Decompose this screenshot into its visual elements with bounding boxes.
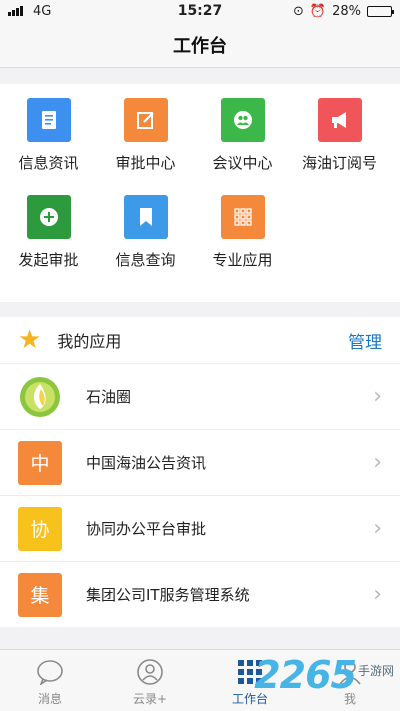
grid-item-info-news[interactable]: 信息资讯 (0, 94, 97, 191)
grid-dots-icon (220, 195, 265, 239)
network-type: 4G (33, 3, 52, 19)
manage-button[interactable]: 管理 (348, 328, 382, 353)
grid-label: 信息查询 (115, 251, 176, 269)
app-name: 集团公司IT服务管理系统 (86, 586, 250, 604)
tab-workbench[interactable]: 工作台 (200, 650, 300, 711)
page-title: 工作台 (173, 35, 227, 57)
user-icon (337, 657, 363, 687)
grid-label: 审批中心 (115, 154, 176, 172)
my-apps-section: ★ 我的应用 管理 石油圈 › 中 中国海油公告资讯 › 协 协同办公平台审批 … (0, 317, 400, 627)
grid-label: 信息资讯 (18, 154, 79, 172)
grid-item-approval-center[interactable]: 审批中心 (97, 94, 194, 191)
people-icon (220, 98, 265, 142)
tab-label: 消息 (37, 692, 62, 706)
contacts-icon (136, 657, 164, 687)
app-name: 协同办公平台审批 (86, 520, 207, 538)
app-row-collab-office-approval[interactable]: 协 协同办公平台审批 › (0, 495, 400, 561)
char-icon: 中 (18, 440, 62, 485)
signal-icon (8, 6, 23, 16)
app-row-shiyouquan[interactable]: 石油圈 › (0, 363, 400, 429)
chevron-right-icon: › (373, 582, 382, 607)
my-apps-title: 我的应用 (57, 332, 122, 351)
grid-label: 专业应用 (212, 251, 273, 269)
app-row-cnooc-announcements[interactable]: 中 中国海油公告资讯 › (0, 429, 400, 495)
rotation-lock-icon: ⊙ (293, 3, 304, 19)
tab-me[interactable]: 我 (300, 650, 400, 711)
shiyouquan-logo (18, 375, 62, 419)
grid-item-start-approval[interactable]: 发起审批 (0, 191, 97, 288)
tab-label: 云录+ (132, 692, 168, 706)
app-row-it-service-management[interactable]: 集 集团公司IT服务管理系统 › (0, 561, 400, 627)
my-apps-header: ★ 我的应用 管理 (0, 317, 400, 363)
status-bar: 4G 15:27 ⊙ ⏰ 28% (0, 0, 400, 22)
megaphone-icon (317, 98, 362, 142)
tab-label: 我 (343, 692, 356, 706)
chevron-right-icon: › (373, 384, 382, 409)
function-grid: 信息资讯 审批中心 会议中心 海油订阅号 发起审批 信息查询 专业应用 (0, 84, 400, 302)
bookmark-icon (123, 195, 168, 239)
grid-item-info-query[interactable]: 信息查询 (97, 191, 194, 288)
workbench-grid-icon (237, 657, 263, 687)
char-icon: 协 (18, 506, 62, 551)
grid-item-professional-apps[interactable]: 专业应用 (194, 191, 291, 288)
app-name: 中国海油公告资讯 (86, 454, 207, 472)
char-icon: 集 (18, 572, 62, 617)
document-icon (26, 98, 71, 142)
tab-label: 工作台 (231, 692, 268, 706)
plus-circle-icon (26, 195, 71, 239)
star-icon: ★ (18, 325, 42, 355)
tab-bar: 消息 云录+ 工作台 我 (0, 649, 400, 711)
grid-item-subscription[interactable]: 海油订阅号 (291, 94, 388, 191)
grid-label: 海油订阅号 (301, 154, 377, 172)
tab-messages[interactable]: 消息 (0, 650, 100, 711)
grid-label: 发起审批 (18, 251, 79, 269)
grid-item-meeting-center[interactable]: 会议中心 (194, 94, 291, 191)
battery-icon (367, 5, 394, 17)
tab-contacts[interactable]: 云录+ (100, 650, 200, 711)
alarm-icon: ⏰ (309, 3, 327, 19)
app-name: 石油圈 (86, 388, 132, 406)
battery-percent: 28% (332, 3, 361, 19)
edit-note-icon (123, 98, 168, 142)
chevron-right-icon: › (373, 516, 382, 541)
chat-bubble-icon (36, 657, 64, 687)
chevron-right-icon: › (373, 450, 382, 475)
grid-label: 会议中心 (212, 154, 273, 172)
navigation-bar: 工作台 (0, 22, 400, 68)
